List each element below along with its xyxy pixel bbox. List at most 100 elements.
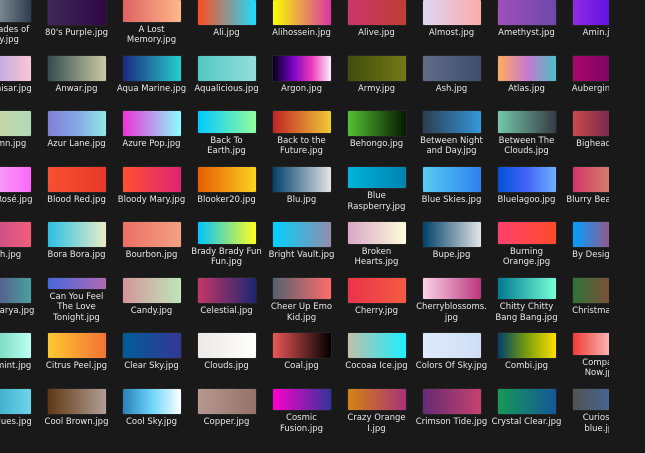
file-thumbnail[interactable] <box>0 388 31 414</box>
file-item[interactable]: Bighead.jpg <box>564 101 609 157</box>
file-item[interactable]: Crimson Tide.jpg <box>414 379 489 435</box>
file-thumbnail[interactable] <box>47 55 106 81</box>
file-thumbnail[interactable] <box>47 111 106 136</box>
file-thumbnail[interactable] <box>122 166 181 192</box>
file-item[interactable]: Cherryblossoms.jpg <box>414 268 489 324</box>
file-item[interactable]: Crazy Orange I.jpg <box>339 379 414 435</box>
file-thumbnail[interactable] <box>422 111 481 133</box>
file-item[interactable]: Bourbon.jpg <box>114 212 189 268</box>
file-item[interactable]: Crystal Clear.jpg <box>489 379 564 435</box>
file-item[interactable]: Aubergine.jpg <box>564 46 609 102</box>
file-thumbnail[interactable] <box>47 0 106 25</box>
file-thumbnail[interactable] <box>347 388 406 410</box>
file-item[interactable]: Ali.jpg <box>189 0 264 46</box>
file-item[interactable]: Azure Pop.jpg <box>114 101 189 157</box>
file-thumbnail[interactable] <box>197 166 256 192</box>
file-item[interactable]: Cherry.jpg <box>339 268 414 324</box>
file-item[interactable]: Cool Blues.jpg <box>0 379 39 435</box>
file-thumbnail[interactable] <box>0 166 31 192</box>
file-thumbnail[interactable] <box>122 388 181 414</box>
file-thumbnail[interactable] <box>497 0 556 25</box>
file-item[interactable]: Blu.jpg <box>264 157 339 213</box>
file-item[interactable]: Cinnamint.jpg <box>0 323 39 379</box>
file-item[interactable]: Celestial.jpg <box>189 268 264 324</box>
file-item[interactable]: Blood Red.jpg <box>39 157 114 213</box>
file-item[interactable]: Burning Orange.jpg <box>489 212 564 268</box>
file-item[interactable]: Ash.jpg <box>414 46 489 102</box>
file-item[interactable]: Between The Clouds.jpg <box>489 101 564 157</box>
file-thumbnail[interactable] <box>422 0 481 25</box>
file-item[interactable]: Blue Raspberry.jpg <box>339 157 414 213</box>
file-item[interactable]: Combi.jpg <box>489 323 564 379</box>
file-thumbnail[interactable] <box>497 388 556 414</box>
file-item[interactable]: Bupe.jpg <box>414 212 489 268</box>
file-thumbnail[interactable] <box>572 0 609 25</box>
file-item[interactable]: Christmas.jpg <box>564 268 609 324</box>
file-item[interactable]: Clouds.jpg <box>189 323 264 379</box>
file-item[interactable]: Can You Feel The Love Tonight.jpg <box>39 268 114 324</box>
file-item[interactable]: Aqua Marine.jpg <box>114 46 189 102</box>
file-item[interactable]: Amin.jpg <box>564 0 609 46</box>
file-thumbnail[interactable] <box>47 277 106 289</box>
file-thumbnail[interactable] <box>347 55 406 81</box>
file-thumbnail[interactable] <box>497 55 556 81</box>
file-item[interactable]: Behongo.jpg <box>339 101 414 157</box>
file-item[interactable]: Back To Earth.jpg <box>189 101 264 157</box>
file-thumbnail[interactable] <box>422 277 481 299</box>
file-item[interactable]: Bora Bora.jpg <box>39 212 114 268</box>
file-item[interactable]: Atlas.jpg <box>489 46 564 102</box>
file-thumbnail[interactable] <box>197 333 256 358</box>
file-thumbnail[interactable] <box>272 388 331 410</box>
file-item[interactable]: Coal.jpg <box>264 323 339 379</box>
file-item[interactable]: Autumn.jpg <box>0 101 39 157</box>
file-thumbnail[interactable] <box>272 111 331 133</box>
file-thumbnail[interactable] <box>0 111 31 136</box>
file-item[interactable]: Alihossein.jpg <box>264 0 339 46</box>
file-item[interactable]: Candy.jpg <box>114 268 189 324</box>
file-item[interactable]: Azur Lane.jpg <box>39 101 114 157</box>
file-item[interactable]: A Lost Memory.jpg <box>114 0 189 46</box>
file-item[interactable]: Back to the Future.jpg <box>264 101 339 157</box>
file-thumbnail[interactable] <box>572 166 609 192</box>
file-thumbnail[interactable] <box>122 55 181 81</box>
file-item[interactable]: Amethyst.jpg <box>489 0 564 46</box>
file-item[interactable]: Bright Vault.jpg <box>264 212 339 268</box>
file-item[interactable]: Clear Sky.jpg <box>114 323 189 379</box>
file-thumbnail[interactable] <box>422 166 481 192</box>
file-thumbnail[interactable] <box>122 111 181 136</box>
file-thumbnail[interactable] <box>422 333 481 358</box>
file-thumbnail[interactable] <box>47 222 106 247</box>
file-thumbnail[interactable] <box>272 0 331 25</box>
file-thumbnail[interactable] <box>197 111 256 133</box>
file-item[interactable]: Copper.jpg <box>189 379 264 435</box>
file-thumbnail[interactable] <box>197 0 256 25</box>
file-thumbnail[interactable] <box>272 55 331 81</box>
file-item[interactable]: Cool Sky.jpg <box>114 379 189 435</box>
file-thumbnail[interactable] <box>572 55 609 81</box>
file-item[interactable]: Cocoaa Ice.jpg <box>339 323 414 379</box>
file-thumbnail[interactable] <box>122 0 181 22</box>
file-thumbnail[interactable] <box>347 333 406 358</box>
file-item[interactable]: Cosmic Fusion.jpg <box>264 379 339 435</box>
file-item[interactable]: Bloody Mary.jpg <box>114 157 189 213</box>
file-thumbnail[interactable] <box>197 277 256 303</box>
file-item[interactable]: Between Night and Day.jpg <box>414 101 489 157</box>
file-thumbnail[interactable] <box>347 222 406 244</box>
file-thumbnail[interactable] <box>272 166 331 192</box>
file-item[interactable]: Anwar.jpg <box>39 46 114 102</box>
file-thumbnail[interactable] <box>497 333 556 358</box>
file-thumbnail[interactable] <box>347 277 406 303</box>
file-thumbnail[interactable] <box>572 111 609 136</box>
file-item[interactable]: Citrus Peel.jpg <box>39 323 114 379</box>
file-item[interactable]: Argon.jpg <box>264 46 339 102</box>
file-thumbnail[interactable] <box>572 333 609 355</box>
file-item[interactable]: Aqualicious.jpg <box>189 46 264 102</box>
file-thumbnail[interactable] <box>272 222 331 247</box>
file-item[interactable]: Chitty Chitty Bang Bang.jpg <box>489 268 564 324</box>
file-thumbnail[interactable] <box>497 166 556 192</box>
file-item[interactable]: Army.jpg <box>339 46 414 102</box>
file-thumbnail[interactable] <box>347 0 406 25</box>
file-item[interactable]: Cool Brown.jpg <box>39 379 114 435</box>
file-item[interactable]: Blue Skies.jpg <box>414 157 489 213</box>
file-thumbnail[interactable] <box>347 111 406 136</box>
